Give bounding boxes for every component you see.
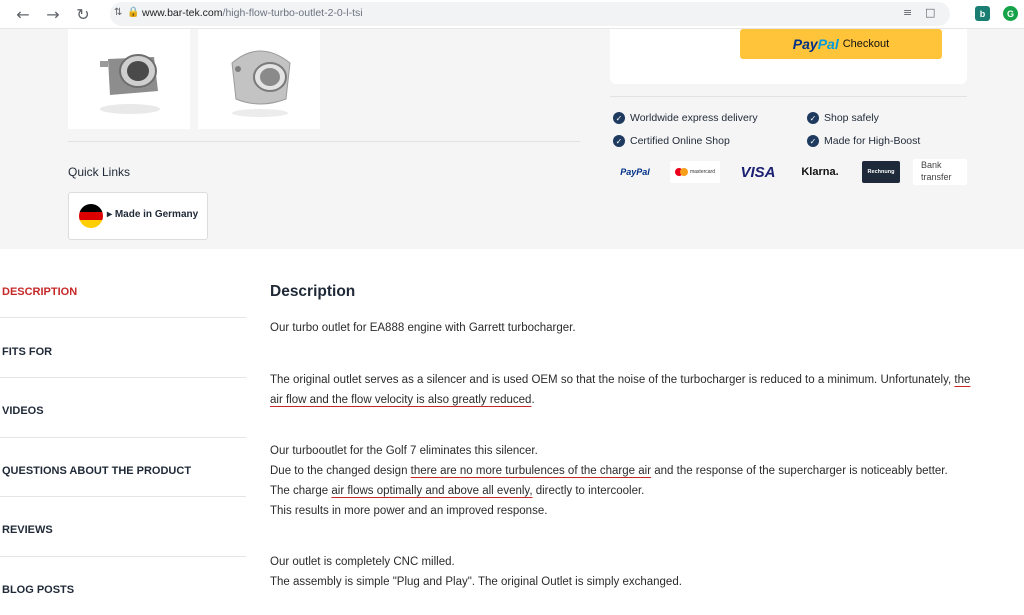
tab-videos[interactable]: VIDEOS xyxy=(2,405,246,417)
checkout-label: Checkout xyxy=(842,38,890,50)
turbo-outlet-image xyxy=(100,54,160,114)
browser-toolbar: ← → ↻ ⇅ 🔒 www.bar-tek.com/high-flow-turb… xyxy=(0,0,1024,29)
tab-blog-posts[interactable]: BLOG POSTS xyxy=(2,584,246,596)
divider xyxy=(610,96,967,97)
tab-fits-for[interactable]: FITS FOR xyxy=(2,346,246,358)
extension-icon[interactable]: b xyxy=(975,6,990,21)
description-paragraph: Our turbooutlet for the Golf 7 eliminate… xyxy=(270,445,538,457)
tab-reviews[interactable]: REVIEWS xyxy=(2,524,246,536)
quick-links-title: Quick Links xyxy=(68,165,131,179)
reload-icon[interactable]: ↻ xyxy=(74,5,92,24)
tab-questions[interactable]: QUESTIONS ABOUT THE PRODUCT xyxy=(2,465,246,477)
address-bar[interactable]: ⇅ 🔒 www.bar-tek.com/high-flow-turbo-outl… xyxy=(110,2,950,26)
feature-item: ✓ Made for High-Boost xyxy=(807,135,920,147)
forward-arrow-icon[interactable]: → xyxy=(44,5,62,24)
back-arrow-icon[interactable]: ← xyxy=(14,5,32,24)
klarna-payment-logo: Klarna. xyxy=(801,166,839,178)
checkout-card: PayPal Checkout xyxy=(610,29,967,84)
feature-item: ✓ Worldwide express delivery xyxy=(613,112,758,124)
check-icon: ✓ xyxy=(807,135,819,147)
bank-transfer-logo: Bank transfer xyxy=(913,159,967,185)
rechnung-payment-logo: Rechnung xyxy=(862,161,900,183)
paypal-payment-logo: PayPal xyxy=(620,167,650,177)
description-paragraph: air flow and the flow velocity is also g… xyxy=(270,394,535,406)
divider xyxy=(0,437,246,438)
description-paragraph: This results in more power and an improv… xyxy=(270,505,548,517)
description-paragraph: Due to the changed design there are no m… xyxy=(270,465,948,477)
divider xyxy=(0,377,246,378)
site-settings-icon[interactable]: ⇅ xyxy=(114,7,122,18)
reader-mode-icon[interactable]: ≡ xyxy=(903,6,912,19)
made-in-germany-link[interactable]: ▸ Made in Germany xyxy=(68,192,208,240)
divider xyxy=(0,556,246,557)
divider xyxy=(68,141,580,142)
product-summary-area: Quick Links ▸ Made in Germany PayPal Che… xyxy=(0,29,1024,249)
made-in-germany-label: ▸ Made in Germany xyxy=(107,209,199,220)
url-path: /high-flow-turbo-outlet-2-0-l-tsi xyxy=(222,7,363,19)
description-heading: Description xyxy=(270,283,356,300)
feature-item: ✓ Certified Online Shop xyxy=(613,135,730,147)
check-icon: ✓ xyxy=(613,112,625,124)
bookmark-icon[interactable]: □ xyxy=(925,6,935,19)
description-paragraph: Our outlet is completely CNC milled. xyxy=(270,556,455,568)
description-paragraph: The original outlet serves as a silencer… xyxy=(270,374,971,386)
tab-description[interactable]: DESCRIPTION xyxy=(2,286,246,298)
product-thumbnail[interactable] xyxy=(198,29,320,129)
check-icon: ✓ xyxy=(613,135,625,147)
divider xyxy=(0,496,246,497)
url-text[interactable]: www.bar-tek.com/high-flow-turbo-outlet-2… xyxy=(142,7,363,19)
lock-icon: 🔒 xyxy=(127,7,140,18)
paypal-logo: PayPal xyxy=(792,36,839,52)
description-paragraph: The charge air flows optimally and above… xyxy=(270,485,645,497)
grammarly-icon[interactable]: G xyxy=(1003,6,1018,21)
divider xyxy=(0,317,246,318)
check-icon: ✓ xyxy=(807,112,819,124)
visa-payment-logo: VISA xyxy=(740,163,776,181)
mastercard-payment-logo: mastercard xyxy=(670,161,720,183)
description-paragraph: Our turbo outlet for EA888 engine with G… xyxy=(270,322,576,334)
product-thumbnail[interactable] xyxy=(68,29,190,129)
description-paragraph: The assembly is simple "Plug and Play". … xyxy=(270,576,682,588)
paypal-checkout-button[interactable]: PayPal Checkout xyxy=(740,29,942,59)
feature-item: ✓ Shop safely xyxy=(807,112,879,124)
url-host: www.bar-tek.com xyxy=(142,7,223,19)
turbo-outlet-image xyxy=(231,50,291,117)
germany-flag-icon xyxy=(79,204,103,228)
